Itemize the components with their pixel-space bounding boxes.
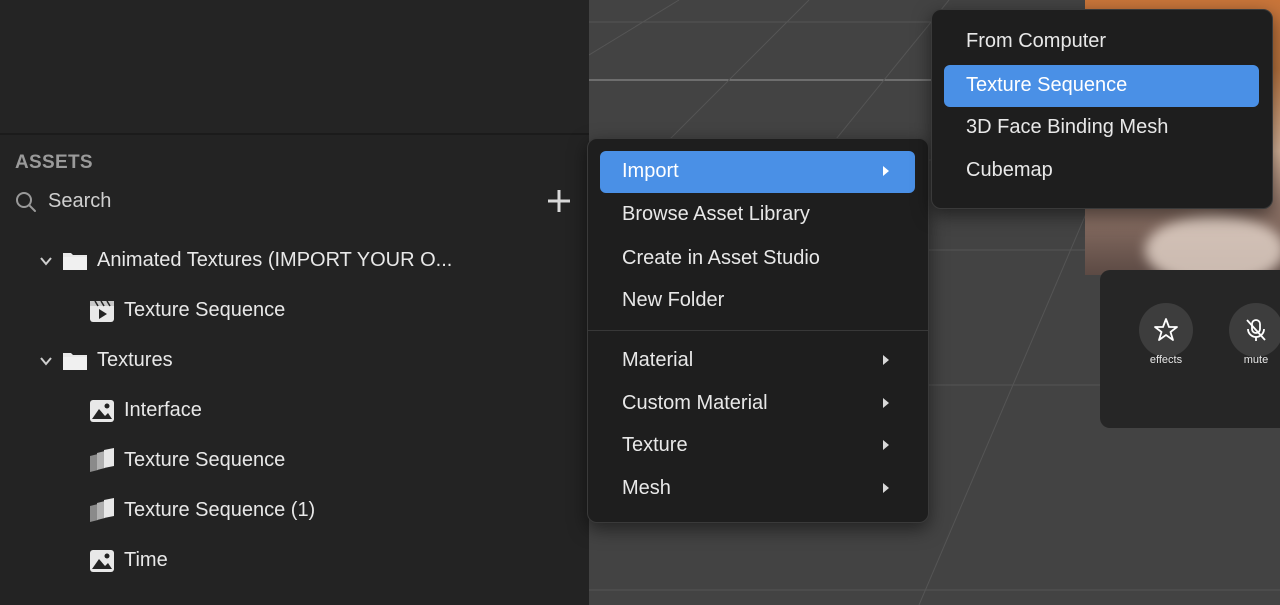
menu-item-material[interactable]: Material xyxy=(600,340,915,382)
tree-item-label: Textures xyxy=(97,349,173,371)
tree-item-animated-texture-sequence[interactable]: Texture Sequence xyxy=(0,291,580,331)
folder-icon xyxy=(63,353,87,370)
submenu-arrow-icon xyxy=(883,355,889,365)
image-icon xyxy=(90,550,114,572)
tree-folder-animated-textures[interactable]: Animated Textures (IMPORT YOUR O... xyxy=(0,241,580,281)
menu-item-label: Material xyxy=(622,349,694,371)
menu-divider xyxy=(588,330,928,331)
effects-label: effects xyxy=(1149,354,1183,366)
tree-item-label: Texture Sequence xyxy=(124,299,286,321)
mute-button[interactable] xyxy=(1229,303,1280,357)
panel-header-area xyxy=(0,0,589,135)
menu-item-label: Cubemap xyxy=(966,159,1053,181)
tree-item-time[interactable]: Time xyxy=(0,541,580,581)
mute-label: mute xyxy=(1243,354,1269,366)
texture-sequence-icon xyxy=(90,498,114,522)
search-row xyxy=(14,186,574,216)
tree-item-label: Texture Sequence xyxy=(124,449,286,471)
menu-item-label: Browse Asset Library xyxy=(622,203,810,225)
menu-item-new-folder[interactable]: New Folder xyxy=(600,280,915,322)
menu-item-label: 3D Face Binding Mesh xyxy=(966,116,1169,138)
tree-item-texture-sequence[interactable]: Texture Sequence xyxy=(0,441,580,481)
submenu-item-cubemap[interactable]: Cubemap xyxy=(944,150,1259,192)
menu-item-label: Custom Material xyxy=(622,392,768,414)
search-input[interactable] xyxy=(48,186,468,216)
menu-item-import[interactable]: Import xyxy=(600,151,915,193)
menu-item-label: Import xyxy=(622,160,679,182)
menu-item-browse-asset-library[interactable]: Browse Asset Library xyxy=(600,194,915,236)
menu-item-label: Texture Sequence xyxy=(966,74,1128,96)
texture-sequence-icon xyxy=(90,448,114,472)
search-icon xyxy=(16,192,36,212)
import-submenu: From Computer Texture Sequence 3D Face B… xyxy=(931,9,1273,209)
submenu-item-from-computer[interactable]: From Computer xyxy=(944,21,1259,63)
assets-panel: ASSETS Animated Textures (IMPORT YOUR O.… xyxy=(0,0,589,605)
menu-item-create-in-asset-studio[interactable]: Create in Asset Studio xyxy=(600,238,915,280)
chevron-down-icon[interactable] xyxy=(38,253,54,269)
tree-item-texture-sequence-1[interactable]: Texture Sequence (1) xyxy=(0,491,580,531)
image-icon xyxy=(90,400,114,422)
submenu-arrow-icon xyxy=(883,166,889,176)
folder-icon xyxy=(63,253,87,270)
tree-item-label: Texture Sequence (1) xyxy=(124,499,316,521)
submenu-arrow-icon xyxy=(883,398,889,408)
sparkle-star-icon xyxy=(1154,318,1178,341)
menu-item-mesh[interactable]: Mesh xyxy=(600,468,915,510)
submenu-item-3d-face-binding-mesh[interactable]: 3D Face Binding Mesh xyxy=(944,107,1259,149)
animated-texture-icon xyxy=(90,300,114,322)
menu-item-texture[interactable]: Texture xyxy=(600,425,915,467)
submenu-arrow-icon xyxy=(883,483,889,493)
tree-item-label: Animated Textures (IMPORT YOUR O... xyxy=(97,249,453,271)
menu-item-label: From Computer xyxy=(966,30,1107,52)
plus-icon[interactable] xyxy=(545,186,573,216)
chevron-down-icon[interactable] xyxy=(38,353,54,369)
submenu-arrow-icon xyxy=(883,440,889,450)
menu-item-custom-material[interactable]: Custom Material xyxy=(600,383,915,425)
mic-off-icon xyxy=(1246,319,1266,341)
assets-title: ASSETS xyxy=(15,152,93,173)
effects-button[interactable] xyxy=(1139,303,1193,357)
menu-item-label: Mesh xyxy=(622,477,671,499)
context-menu: Import Browse Asset Library Create in As… xyxy=(587,138,929,523)
call-controls-panel: effects mute xyxy=(1100,270,1280,428)
menu-item-label: Create in Asset Studio xyxy=(622,247,820,269)
tree-item-interface[interactable]: Interface xyxy=(0,391,580,431)
tree-folder-textures[interactable]: Textures xyxy=(0,341,580,381)
menu-item-label: New Folder xyxy=(622,289,725,311)
tree-item-label: Time xyxy=(124,549,168,571)
submenu-item-texture-sequence[interactable]: Texture Sequence xyxy=(944,65,1259,107)
tree-item-label: Interface xyxy=(124,399,202,421)
menu-item-label: Texture xyxy=(622,434,688,456)
